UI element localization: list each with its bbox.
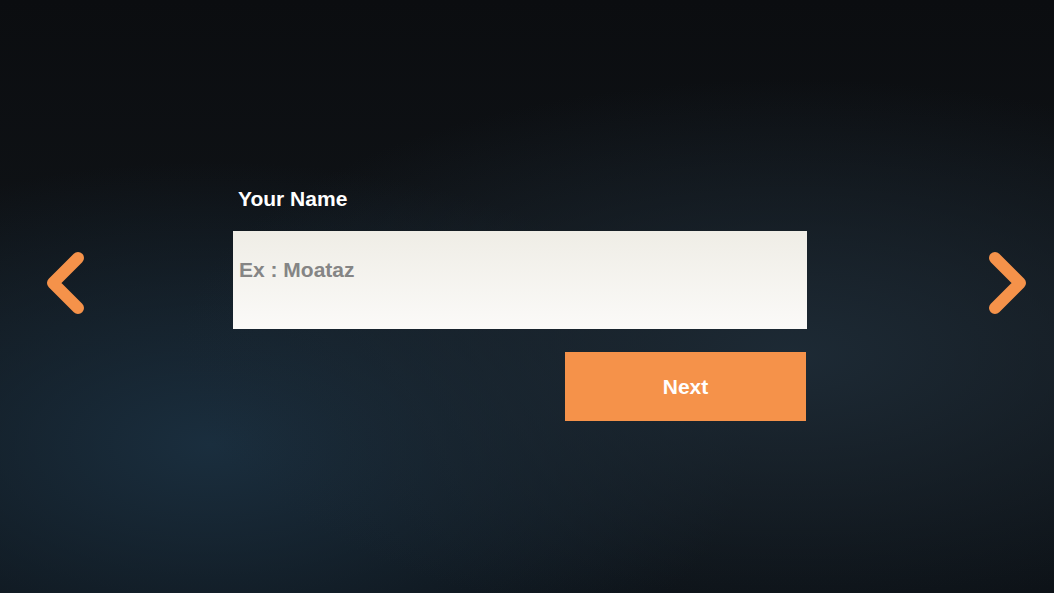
chevron-right-icon — [987, 250, 1029, 316]
name-form: Your Name Next — [233, 186, 807, 421]
chevron-left-icon — [44, 250, 86, 316]
form-actions: Next — [233, 352, 807, 421]
next-arrow-button[interactable] — [987, 250, 1029, 316]
name-label: Your Name — [233, 186, 807, 212]
next-button[interactable]: Next — [565, 352, 806, 421]
name-input[interactable] — [233, 231, 807, 329]
background-photo: Your Name Next — [0, 0, 1054, 593]
previous-button[interactable] — [44, 250, 86, 316]
